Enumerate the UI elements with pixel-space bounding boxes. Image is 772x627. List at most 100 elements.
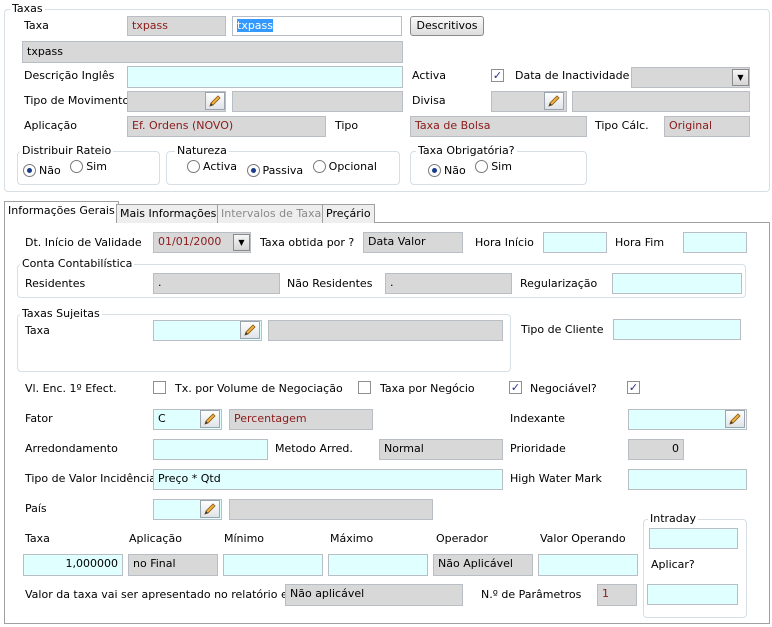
aplicacao-label: Aplicação xyxy=(24,119,77,132)
tipo-movimento-desc xyxy=(232,91,403,112)
tipo-movimento-label: Tipo de Movimento xyxy=(24,94,130,107)
taxa-obtida-label: Taxa obtida por ? xyxy=(260,236,355,249)
tab-mais-informacoes[interactable]: Mais Informações xyxy=(116,204,221,223)
tx-volume-checkbox[interactable] xyxy=(358,381,371,394)
conta-contabilistica-label: Conta Contabilística xyxy=(20,257,135,270)
col-maximo-header: Máximo xyxy=(330,532,374,545)
tipo-cliente-input[interactable] xyxy=(613,319,741,340)
pais-label: País xyxy=(25,502,47,515)
pencil-lookup-icon[interactable] xyxy=(200,500,220,518)
pencil-lookup-icon[interactable] xyxy=(544,92,564,110)
tab-informacoes-gerais[interactable]: Informações Gerais xyxy=(4,201,119,223)
radio-option[interactable]: Opcional xyxy=(312,160,377,173)
negociavel-checkbox[interactable]: ✓ xyxy=(627,381,640,394)
radio-label: Sim xyxy=(86,160,107,173)
divisa-label: Divisa xyxy=(412,94,446,107)
activa-checkbox[interactable]: ✓ xyxy=(491,69,504,82)
aplicar-label: Aplicar? xyxy=(651,558,695,571)
vl-enc-checkbox[interactable] xyxy=(153,381,166,394)
hora-inicio-input[interactable] xyxy=(543,232,607,253)
residentes-label: Residentes xyxy=(25,277,86,290)
radio-option[interactable]: Não xyxy=(23,164,61,177)
col-minimo-header: Mínimo xyxy=(224,532,265,545)
indexante-label: Indexante xyxy=(510,412,566,425)
taxa-negocio-checkbox[interactable]: ✓ xyxy=(509,381,522,394)
radio-label: Opcional xyxy=(328,160,377,173)
taxa-obrigatoria-label: Taxa Obrigatória? xyxy=(416,144,517,157)
aplicar-input[interactable] xyxy=(647,584,738,605)
radio-option[interactable]: Sim xyxy=(475,160,512,173)
minimo-input[interactable] xyxy=(223,554,323,576)
radio-option[interactable]: Não xyxy=(428,164,466,177)
pencil-lookup-icon[interactable] xyxy=(725,410,745,428)
regularizacao-input[interactable] xyxy=(612,273,742,294)
chevron-down-icon[interactable]: ▼ xyxy=(732,69,749,86)
n-parametros-label: N.º de Parâmetros xyxy=(481,588,582,601)
operador-field[interactable]: Não Aplicável xyxy=(433,554,533,576)
taxa-code-field: txpass xyxy=(127,16,226,36)
chevron-down-icon[interactable]: ▼ xyxy=(233,234,250,251)
nao-residentes-field[interactable]: . xyxy=(385,273,512,294)
pencil-lookup-icon[interactable] xyxy=(200,410,220,428)
metodo-arred-field[interactable]: Normal xyxy=(379,439,503,460)
radio-label: Não xyxy=(444,164,466,177)
prioridade-field[interactable]: 0 xyxy=(628,439,684,460)
residentes-field[interactable]: . xyxy=(153,273,280,294)
hora-inicio-label: Hora Início xyxy=(475,236,534,249)
arredondamento-input[interactable] xyxy=(153,439,268,460)
radio-label: Não xyxy=(39,164,61,177)
col-taxa-header: Taxa xyxy=(25,532,50,545)
tab-intervalos-taxa[interactable]: Intervalos de Taxa xyxy=(217,204,326,223)
activa-label: Activa xyxy=(412,69,446,82)
tipo-valor-input[interactable]: Preço * Qtd xyxy=(153,469,503,490)
nao-residentes-label: Não Residentes xyxy=(287,277,373,290)
divisa-desc xyxy=(572,91,750,112)
tipo-field: Taxa de Bolsa xyxy=(410,116,587,137)
metodo-arred-label: Metodo Arred. xyxy=(275,442,353,455)
pencil-lookup-icon[interactable] xyxy=(240,321,260,339)
taxa-value-input[interactable]: 1,000000 xyxy=(23,554,123,576)
distribuir-rateio-label: Distribuir Rateio xyxy=(20,144,114,157)
negociavel-label: Negociável? xyxy=(530,382,597,395)
tab-precario[interactable]: Preçário xyxy=(322,204,375,223)
radio-button[interactable] xyxy=(23,164,36,177)
descritivos-button[interactable]: Descritivos xyxy=(410,16,484,36)
radio-option[interactable]: Passiva xyxy=(246,164,303,177)
radio-label: Sim xyxy=(491,160,512,173)
relatorio-field[interactable]: Não aplicável xyxy=(285,584,463,606)
maximo-input[interactable] xyxy=(328,554,428,576)
radio-button[interactable] xyxy=(187,160,200,173)
tipo-calc-label: Tipo Cálc. xyxy=(595,119,649,132)
regularizacao-label: Regularização xyxy=(520,277,598,290)
aplicacao-value-field[interactable]: no Final xyxy=(128,554,218,576)
fator-label: Fator xyxy=(25,412,53,425)
taxa-edit-field[interactable]: txpass xyxy=(232,16,402,36)
natureza-options: Activa Passiva Opcional xyxy=(187,160,383,177)
taxas-group-label: Taxas xyxy=(10,2,45,15)
relatorio-label: Valor da taxa vai ser apresentado no rel… xyxy=(25,588,303,601)
tipo-cliente-label: Tipo de Cliente xyxy=(521,323,604,336)
taxa-edit-text: txpass xyxy=(237,19,274,32)
intraday-input[interactable] xyxy=(649,528,738,549)
high-water-input[interactable] xyxy=(628,469,747,490)
radio-button[interactable] xyxy=(70,160,84,173)
radio-button[interactable] xyxy=(246,164,260,177)
radio-option[interactable]: Activa xyxy=(187,160,237,173)
hora-fim-input[interactable] xyxy=(683,232,747,253)
pencil-lookup-icon[interactable] xyxy=(205,92,225,110)
taxa-negocio-label: Taxa por Negócio xyxy=(380,382,475,395)
radio-button[interactable] xyxy=(475,160,489,173)
col-valor-operando-header: Valor Operando xyxy=(540,532,626,545)
radio-button[interactable] xyxy=(428,164,441,177)
radio-option[interactable]: Sim xyxy=(70,160,107,173)
arredondamento-label: Arredondamento xyxy=(25,442,118,455)
taxa-description-field: txpass xyxy=(22,41,403,63)
vl-enc-label: Vl. Enc. 1º Efect. xyxy=(25,382,117,395)
valor-operando-input[interactable] xyxy=(538,554,638,576)
aplicacao-field: Ef. Ordens (NOVO) xyxy=(127,116,326,137)
descricao-ingles-input[interactable] xyxy=(127,66,403,88)
pais-desc xyxy=(229,499,433,520)
taxa-obrigatoria-options: Não Sim xyxy=(428,160,518,177)
high-water-label: High Water Mark xyxy=(510,472,602,485)
radio-button[interactable] xyxy=(312,160,326,173)
